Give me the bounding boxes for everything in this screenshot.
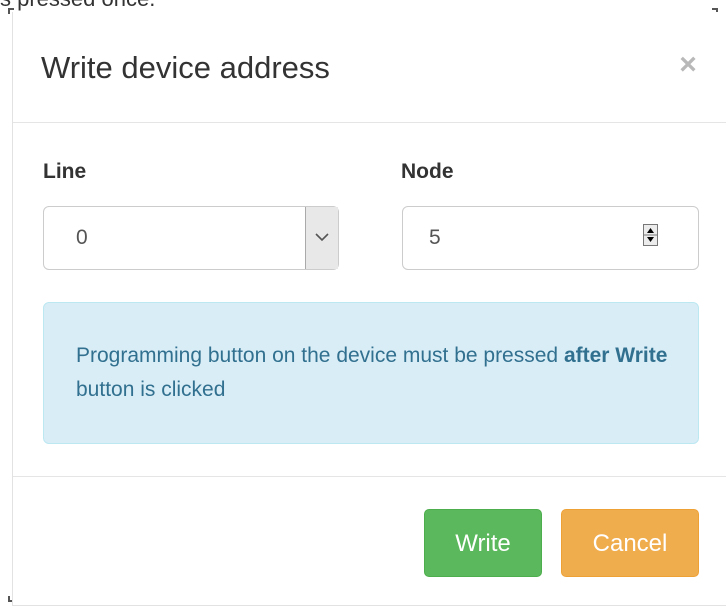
alert-message: Programming button on the device must be… [76,339,676,407]
write-button[interactable]: Write [424,509,542,577]
close-icon[interactable]: × [675,50,701,80]
alert-text-after: button is clicked [76,378,226,401]
cancel-button[interactable]: Cancel [561,509,699,577]
dialog-footer: Write Cancel [13,476,726,606]
spinner-arrows-icon[interactable] [643,224,658,246]
node-label: Node [401,160,454,183]
node-number-input[interactable]: 5 [402,206,699,270]
chevron-down-icon [315,233,329,242]
line-select[interactable]: 0 [43,206,339,270]
alert-text-before: Programming button on the device must be… [76,344,564,367]
write-device-address-dialog: Write device address × Line Node 0 5 Pro… [12,12,726,606]
line-label: Line [43,160,87,183]
alert-text-bold: after Write [563,344,668,367]
dialog-header: Write device address × [13,12,726,123]
select-dropdown-button[interactable] [305,207,338,269]
background-page-text: s pressed once. [0,0,155,12]
line-select-value: 0 [76,226,88,249]
info-alert: Programming button on the device must be… [43,302,699,444]
dialog-title: Write device address [41,50,330,85]
node-number-value: 5 [429,226,441,249]
